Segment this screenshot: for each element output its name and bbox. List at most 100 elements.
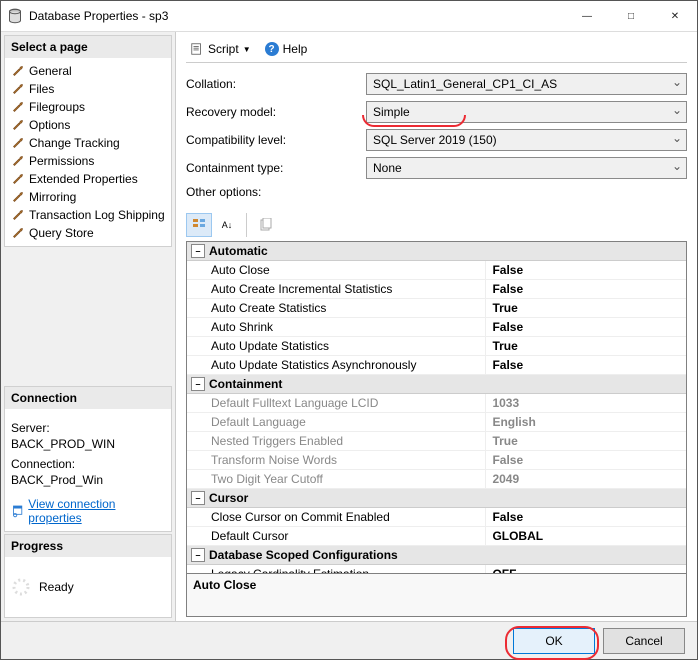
- server-value: BACK_PROD_WIN: [11, 437, 165, 451]
- dialog-footer: OK Cancel: [1, 621, 697, 659]
- propgrid-category[interactable]: –Automatic: [187, 242, 686, 261]
- propgrid-row[interactable]: Close Cursor on Commit EnabledFalse: [187, 508, 686, 527]
- progress-header: Progress: [5, 535, 171, 557]
- ok-label: OK: [545, 634, 562, 648]
- compat-combo[interactable]: SQL Server 2019 (150): [366, 129, 687, 151]
- propgrid-row[interactable]: Two Digit Year Cutoff2049: [187, 470, 686, 489]
- propgrid-category-label: Database Scoped Configurations: [209, 548, 398, 562]
- propgrid-name: Close Cursor on Commit Enabled: [187, 508, 486, 526]
- propgrid-toolbar: A↓: [186, 213, 687, 237]
- sidebar-page-label: Mirroring: [29, 190, 76, 204]
- propgrid-row[interactable]: Transform Noise WordsFalse: [187, 451, 686, 470]
- propgrid-value[interactable]: False: [486, 318, 686, 336]
- recovery-label: Recovery model:: [186, 105, 366, 119]
- propgrid-categorized-button[interactable]: [186, 213, 212, 237]
- propgrid-name: Default Language: [187, 413, 486, 431]
- propgrid-row[interactable]: Default CursorGLOBAL: [187, 527, 686, 546]
- pages-header: Select a page: [5, 36, 171, 58]
- property-grid-description: Auto Close: [187, 573, 686, 617]
- sidebar-page-item[interactable]: Filegroups: [7, 98, 169, 116]
- propgrid-name: Default Cursor: [187, 527, 486, 545]
- containment-value: None: [373, 161, 402, 175]
- propgrid-row[interactable]: Auto ShrinkFalse: [187, 318, 686, 337]
- close-button[interactable]: ✕: [653, 1, 697, 31]
- sidebar-page-item[interactable]: Extended Properties: [7, 170, 169, 188]
- propgrid-value[interactable]: False: [486, 280, 686, 298]
- sidebar-page-label: Filegroups: [29, 100, 85, 114]
- propgrid-row[interactable]: Default Fulltext Language LCID1033: [187, 394, 686, 413]
- collation-combo[interactable]: SQL_Latin1_General_CP1_CI_AS: [366, 73, 687, 95]
- sidebar-page-label: Permissions: [29, 154, 94, 168]
- compat-value: SQL Server 2019 (150): [373, 133, 497, 147]
- propgrid-category-label: Containment: [209, 377, 282, 391]
- propgrid-row[interactable]: Legacy Cardinality EstimationOFF: [187, 565, 686, 573]
- collapse-icon[interactable]: –: [191, 548, 205, 562]
- connection-value: BACK_Prod_Win: [11, 473, 165, 487]
- server-label: Server:: [11, 421, 165, 435]
- titlebar: Database Properties - sp3 — □ ✕: [1, 1, 697, 32]
- script-button[interactable]: Script ▼: [186, 40, 255, 58]
- propgrid-value[interactable]: True: [486, 432, 686, 450]
- propgrid-value[interactable]: True: [486, 299, 686, 317]
- recovery-value: Simple: [373, 105, 410, 119]
- connection-body: Server: BACK_PROD_WIN Connection: BACK_P…: [5, 409, 171, 531]
- ok-button[interactable]: OK: [513, 628, 595, 654]
- sidebar-page-item[interactable]: Permissions: [7, 152, 169, 170]
- propgrid-value[interactable]: 1033: [486, 394, 686, 412]
- propgrid-row[interactable]: Auto Create Incremental StatisticsFalse: [187, 280, 686, 299]
- dialog-window: Database Properties - sp3 — □ ✕ Select a…: [0, 0, 698, 660]
- collapse-icon[interactable]: –: [191, 377, 205, 391]
- help-button[interactable]: ? Help: [261, 40, 312, 58]
- property-grid-scroll[interactable]: –AutomaticAuto CloseFalseAuto Create Inc…: [187, 242, 686, 573]
- minimize-button[interactable]: —: [565, 1, 609, 31]
- sidebar-page-item[interactable]: Transaction Log Shipping: [7, 206, 169, 224]
- progress-status: Ready: [39, 580, 74, 594]
- containment-combo[interactable]: None: [366, 157, 687, 179]
- form-area: Collation: SQL_Latin1_General_CP1_CI_AS …: [186, 63, 687, 209]
- propgrid-row[interactable]: Default LanguageEnglish: [187, 413, 686, 432]
- propgrid-category[interactable]: –Database Scoped Configurations: [187, 546, 686, 565]
- propgrid-name: Nested Triggers Enabled: [187, 432, 486, 450]
- propgrid-row[interactable]: Auto CloseFalse: [187, 261, 686, 280]
- propgrid-value[interactable]: OFF: [486, 565, 686, 573]
- property-grid: –AutomaticAuto CloseFalseAuto Create Inc…: [186, 241, 687, 617]
- propgrid-value[interactable]: 2049: [486, 470, 686, 488]
- sidebar-page-item[interactable]: Mirroring: [7, 188, 169, 206]
- view-connection-properties-link[interactable]: View connection properties: [11, 497, 165, 525]
- propgrid-row[interactable]: Auto Update Statistics AsynchronouslyFal…: [187, 356, 686, 375]
- sidebar-page-item[interactable]: General: [7, 62, 169, 80]
- propgrid-name: Auto Close: [187, 261, 486, 279]
- maximize-button[interactable]: □: [609, 1, 653, 31]
- window-title: Database Properties - sp3: [29, 9, 565, 23]
- propgrid-name: Legacy Cardinality Estimation: [187, 565, 486, 573]
- propgrid-value[interactable]: English: [486, 413, 686, 431]
- propgrid-row[interactable]: Auto Create StatisticsTrue: [187, 299, 686, 318]
- propgrid-category-label: Cursor: [209, 491, 248, 505]
- propgrid-value[interactable]: GLOBAL: [486, 527, 686, 545]
- database-icon: [7, 8, 23, 24]
- sidebar-page-item[interactable]: Change Tracking: [7, 134, 169, 152]
- propgrid-value[interactable]: False: [486, 451, 686, 469]
- propgrid-row[interactable]: Auto Update StatisticsTrue: [187, 337, 686, 356]
- propgrid-pages-button[interactable]: [253, 213, 279, 237]
- cancel-button[interactable]: Cancel: [603, 628, 685, 654]
- propgrid-value[interactable]: True: [486, 337, 686, 355]
- main-panel: Script ▼ ? Help Collation: SQL_Latin1_Ge…: [176, 32, 697, 621]
- propgrid-value[interactable]: False: [486, 508, 686, 526]
- collation-label: Collation:: [186, 77, 366, 91]
- recovery-model-combo[interactable]: Simple: [366, 101, 687, 123]
- propgrid-value[interactable]: False: [486, 356, 686, 374]
- propgrid-row[interactable]: Nested Triggers EnabledTrue: [187, 432, 686, 451]
- propgrid-name: Auto Shrink: [187, 318, 486, 336]
- propgrid-category[interactable]: –Containment: [187, 375, 686, 394]
- collapse-icon[interactable]: –: [191, 491, 205, 505]
- sidebar-page-item[interactable]: Options: [7, 116, 169, 134]
- propgrid-category[interactable]: –Cursor: [187, 489, 686, 508]
- help-label: Help: [283, 42, 308, 56]
- sidebar-page-item[interactable]: Files: [7, 80, 169, 98]
- sidebar-page-item[interactable]: Query Store: [7, 224, 169, 242]
- main-toolbar: Script ▼ ? Help: [186, 36, 687, 63]
- propgrid-alpha-button[interactable]: A↓: [214, 213, 240, 237]
- collapse-icon[interactable]: –: [191, 244, 205, 258]
- propgrid-value[interactable]: False: [486, 261, 686, 279]
